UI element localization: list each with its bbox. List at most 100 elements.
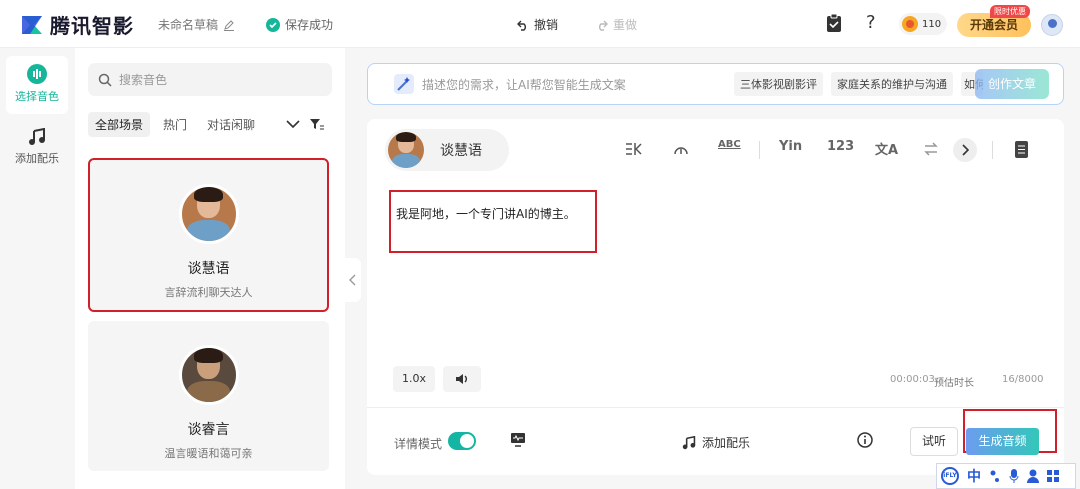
edit-pencil-icon[interactable]: [223, 19, 235, 31]
script-text[interactable]: 我是阿地，一个专门讲AI的博主。: [389, 190, 597, 253]
preview-button[interactable]: 试听: [910, 427, 958, 456]
filter-all-scenes[interactable]: 全部场景: [88, 111, 151, 137]
info-icon[interactable]: [857, 432, 873, 448]
ai-magic-icon: [394, 74, 414, 94]
editor-footer-divider: [367, 407, 1064, 408]
voice-desc: 温言暖语和蔼可亲: [164, 447, 253, 460]
search-icon: [98, 73, 112, 87]
pinyin-tool[interactable]: Yin: [779, 139, 802, 154]
left-rail: 选择音色 添加配乐: [0, 48, 75, 489]
chevron-down-icon[interactable]: [286, 119, 300, 129]
generate-audio-button[interactable]: 生成音频: [966, 428, 1039, 455]
avatar-torso: [186, 220, 231, 241]
search-placeholder: 搜索音色: [119, 73, 168, 87]
duration-caption: 预估时长: [934, 378, 974, 389]
voice-search[interactable]: 搜索音色: [88, 63, 332, 96]
redo-icon: [599, 20, 608, 31]
panel-divider: [345, 48, 365, 489]
check-circle-icon: [266, 17, 280, 32]
volume-icon: [456, 374, 467, 384]
draft-name[interactable]: 未命名草稿: [158, 16, 235, 33]
clipboard-icon[interactable]: [826, 13, 842, 36]
spell-tool[interactable]: ABC: [718, 139, 741, 150]
coin-icon: [902, 16, 918, 32]
draft-name-label: 未命名草稿: [158, 18, 219, 32]
logo-text: 腾讯智影: [50, 14, 134, 38]
user-icon[interactable]: [1027, 469, 1039, 483]
ime-lang-toggle[interactable]: 中: [967, 466, 981, 486]
avatar-torso: [186, 381, 231, 402]
voice-panel: 搜索音色 全部场景 热门 对话闲聊 谈慧语 言辞流利聊天达人 谈睿言 温言暖语和…: [75, 48, 345, 489]
translate-tool[interactable]: 文A: [875, 139, 898, 158]
voice-card-tanruiyan[interactable]: 谈睿言 温言暖语和蔼可亲: [88, 321, 329, 471]
add-music-label: 添加配乐: [702, 436, 751, 450]
app-logo[interactable]: 腾讯智影: [20, 10, 134, 39]
help-icon[interactable]: ?: [866, 12, 876, 33]
char-count: 16/8000: [1002, 374, 1044, 385]
speaker-selector[interactable]: 谈慧语: [385, 129, 509, 171]
vip-promo-badge: 限时优惠: [990, 5, 1030, 18]
save-status-label: 保存成功: [285, 18, 334, 32]
avatar-hair: [396, 132, 416, 143]
user-avatar[interactable]: [1041, 14, 1063, 36]
volume-button[interactable]: [443, 366, 481, 392]
speaker-name: 谈慧语: [440, 143, 482, 159]
filter-hot[interactable]: 热门: [156, 112, 194, 137]
ai-prompt-bar[interactable]: 描述您的需求，让AI帮您智能生成文案 三体影视剧影评 家庭关系的维护与沟通 如何…: [367, 63, 1064, 105]
punctuation-icon[interactable]: [989, 469, 1001, 483]
avatar-torso: [391, 154, 421, 168]
undo-label: 撤销: [534, 18, 559, 32]
speed-gauge-icon[interactable]: [673, 142, 689, 156]
filter-chat[interactable]: 对话闲聊: [200, 112, 262, 137]
grid-icon[interactable]: [1047, 470, 1059, 482]
ai-prompt-placeholder: 描述您的需求，让AI帮您智能生成文案: [422, 77, 626, 92]
rail-item-add-music[interactable]: 添加配乐: [6, 120, 68, 178]
text-editor: 谈慧语 ABC Yin 123 文A 我是阿地，一个专门讲AI的博主。 1.0x…: [367, 119, 1064, 475]
scene-filters: 全部场景 热门 对话闲聊: [88, 111, 334, 137]
avatar-hair: [193, 348, 224, 364]
main-area: 描述您的需求，让AI帮您智能生成文案 三体影视剧影评 家庭关系的维护与沟通 如何…: [365, 48, 1080, 489]
number-tool[interactable]: 123: [827, 139, 854, 154]
redo-label: 重做: [613, 18, 638, 32]
voice-name: 谈慧语: [187, 261, 230, 277]
redo-button[interactable]: 重做: [596, 16, 637, 33]
toolbar-divider: [759, 141, 760, 159]
coin-balance[interactable]: 110: [899, 13, 947, 35]
voice-desc: 言辞流利聊天达人: [164, 286, 253, 299]
voice-card-tanhuiyu[interactable]: 谈慧语 言辞流利聊天达人: [88, 158, 329, 312]
undo-button[interactable]: 撤销: [517, 16, 558, 33]
create-article-button[interactable]: 创作文章: [975, 69, 1049, 99]
save-status: 保存成功: [266, 16, 333, 33]
voice-name: 谈睿言: [187, 422, 230, 438]
microphone-icon[interactable]: [1009, 469, 1019, 483]
detail-mode-label: 详情模式: [394, 437, 443, 451]
top-bar: 腾讯智影 未命名草稿 保存成功 撤销 重做 ? 110 开通会员 限时优惠: [0, 0, 1080, 48]
rail-item-select-voice[interactable]: 选择音色: [6, 56, 68, 114]
detail-mode-toggle[interactable]: [448, 432, 476, 450]
undo-icon: [517, 20, 526, 31]
toolbar-divider: [992, 141, 993, 159]
coin-count: 110: [922, 18, 942, 30]
ime-logo[interactable]: iFLY: [941, 467, 959, 485]
collapse-panel-handle[interactable]: [345, 258, 361, 302]
rail-label-select-voice: 选择音色: [15, 90, 59, 103]
music-note-icon: [682, 435, 696, 449]
chevron-right-icon: [962, 144, 969, 156]
more-tools-button[interactable]: [953, 138, 977, 162]
speed-button[interactable]: 1.0x: [393, 366, 435, 392]
logo-icon: [20, 13, 44, 37]
speaker-avatar: [388, 132, 424, 168]
document-icon[interactable]: [1015, 141, 1028, 158]
duration-time: 00:00:03: [890, 374, 935, 385]
ai-suggestion-chip[interactable]: 三体影视剧影评: [734, 72, 823, 96]
chevron-left-icon: [349, 274, 356, 286]
filter-icon[interactable]: [310, 118, 325, 130]
monitor-wave-icon[interactable]: [510, 432, 526, 448]
ai-suggestion-chip[interactable]: 家庭关系的维护与沟通: [831, 72, 953, 96]
voice-avatar: [178, 345, 239, 405]
voice-wave-icon: [27, 64, 47, 84]
pause-insert-icon[interactable]: [625, 141, 643, 157]
add-music-button[interactable]: 添加配乐: [682, 434, 750, 451]
avatar-hair: [193, 187, 224, 203]
swap-icon[interactable]: [923, 142, 939, 156]
